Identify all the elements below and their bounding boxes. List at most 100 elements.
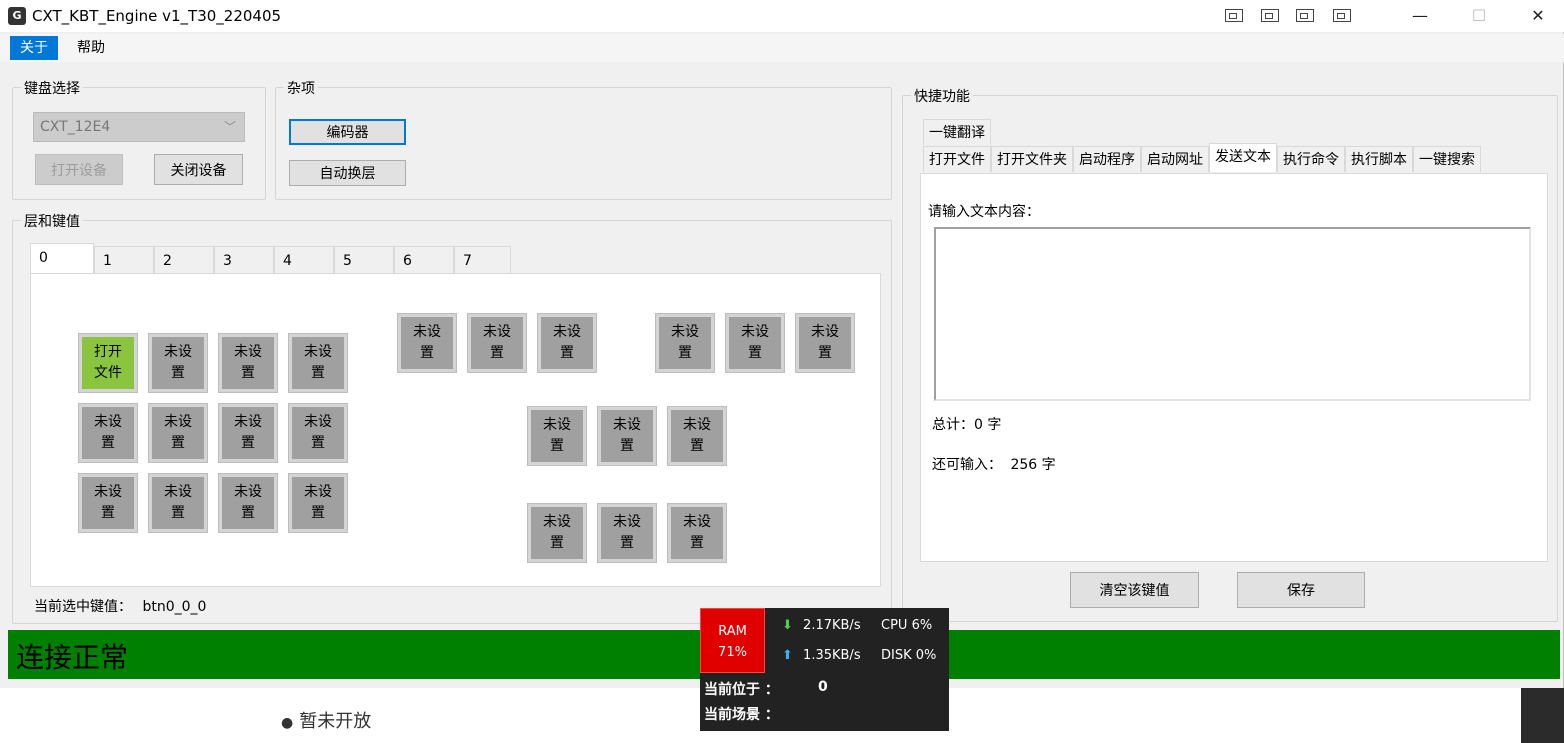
layer-tab-1[interactable]: 1 (94, 246, 154, 274)
key-label: 未设置 (152, 337, 204, 389)
key-label: 未设置 (292, 407, 344, 459)
key-button[interactable]: 未设置 (527, 406, 587, 466)
key-label: 未设置 (82, 477, 134, 529)
layer-tab-0[interactable]: 0 (30, 243, 94, 274)
upload-rate: ⬆ 1.35KB/s (782, 648, 861, 663)
layer-tab-6[interactable]: 6 (394, 246, 454, 274)
key-button[interactable]: 未设置 (667, 406, 727, 466)
key-label: 未设置 (541, 317, 593, 369)
layout-icon-3[interactable] (1296, 9, 1314, 22)
background-dark-strip (1521, 688, 1564, 743)
bullet-dot-icon: ● (281, 715, 294, 731)
maximize-button[interactable]: ☐ (1464, 4, 1494, 28)
close-button[interactable]: ✕ (1523, 4, 1553, 28)
ram-value: 71% (718, 645, 747, 660)
key-button[interactable]: 未设置 (527, 503, 587, 563)
auto-layer-button[interactable]: 自动换层 (289, 160, 406, 186)
key-label: 未设置 (601, 410, 653, 462)
tab-open-folder[interactable]: 打开文件夹 (991, 146, 1073, 172)
key-label: 未设置 (671, 507, 723, 559)
key-button[interactable]: 未设置 (218, 333, 278, 393)
key-button[interactable]: 未设置 (78, 403, 138, 463)
connection-status-text: 连接正常 (16, 641, 129, 674)
key-label: 未设置 (471, 317, 523, 369)
layout-icon-2[interactable] (1261, 9, 1279, 22)
key-button[interactable]: 未设置 (218, 473, 278, 533)
key-label: 打开文件 (82, 337, 134, 389)
layer-tab-7[interactable]: 7 (454, 246, 511, 274)
close-device-button[interactable]: 关闭设备 (154, 154, 243, 185)
device-select-value: CXT_12E4 (40, 119, 111, 135)
tab-one-click-search[interactable]: 一键搜索 (1413, 146, 1481, 172)
scene-label: 当前场景 ： (704, 707, 779, 723)
layer-tab-5[interactable]: 5 (334, 246, 394, 274)
save-button[interactable]: 保存 (1237, 572, 1365, 608)
layout-icon-1[interactable] (1225, 9, 1243, 22)
quick-functions-title: 快捷功能 (911, 86, 973, 106)
selected-key-readout: 当前选中键值： btn0_0_0 (34, 596, 206, 616)
position-value: 0 (818, 679, 828, 695)
tab-launch-program[interactable]: 启动程序 (1073, 146, 1141, 172)
key-button[interactable]: 未设置 (467, 313, 527, 373)
chevron-down-icon: ﹀ (223, 120, 236, 134)
menu-about[interactable]: 关于 (10, 36, 58, 60)
key-button[interactable]: 未设置 (597, 406, 657, 466)
key-button[interactable]: 未设置 (288, 403, 348, 463)
remaining-label: 还可输入： (932, 457, 1002, 473)
upload-value: 1.35KB/s (803, 648, 861, 663)
menu-help[interactable]: 帮助 (67, 36, 115, 60)
layer-tab-3[interactable]: 3 (214, 246, 274, 274)
key-label: 未设置 (152, 407, 204, 459)
tab-send-text[interactable]: 发送文本 (1209, 143, 1277, 172)
key-label: 未设置 (729, 317, 781, 369)
layer-tab-4[interactable]: 4 (274, 246, 334, 274)
key-button[interactable]: 未设置 (148, 333, 208, 393)
window-title: CXT_KBT_Engine v1_T30_220405 (32, 7, 282, 25)
key-button[interactable]: 未设置 (537, 313, 597, 373)
cpu-usage: CPU 6% (881, 618, 933, 633)
key-button[interactable]: 未设置 (218, 403, 278, 463)
key-button[interactable]: 未设置 (795, 313, 855, 373)
text-content-input[interactable] (934, 227, 1531, 401)
key-label: 未设置 (601, 507, 653, 559)
quick-tabs-row2: 打开文件 打开文件夹 启动程序 启动网址 发送文本 执行命令 执行脚本 一键搜索 (923, 143, 1481, 172)
tab-run-script[interactable]: 执行脚本 (1345, 146, 1413, 172)
tab-open-file[interactable]: 打开文件 (923, 146, 991, 172)
remaining-value: 256 字 (1010, 457, 1056, 473)
key-label: 未设置 (799, 317, 851, 369)
key-label: 未设置 (222, 337, 274, 389)
key-button[interactable]: 未设置 (597, 503, 657, 563)
minimize-button[interactable]: — (1405, 4, 1435, 28)
key-button[interactable]: 未设置 (288, 473, 348, 533)
menu-bar: 关于 帮助 (0, 34, 1564, 62)
key-button[interactable]: 未设置 (148, 473, 208, 533)
key-button[interactable]: 未设置 (725, 313, 785, 373)
quick-tabs-row1: 一键翻译 (923, 119, 991, 145)
key-button[interactable]: 未设置 (655, 313, 715, 373)
app-window: G CXT_KBT_Engine v1_T30_220405 — ☐ ✕ 关于 … (0, 0, 1564, 688)
key-button[interactable]: 未设置 (288, 333, 348, 393)
clear-key-button[interactable]: 清空该键值 (1070, 572, 1199, 608)
key-label: 未设置 (531, 410, 583, 462)
layer-tabs: 0 1 2 3 4 5 6 7 (30, 243, 511, 274)
text-prompt-label: 请输入文本内容： (928, 204, 1040, 220)
key-button[interactable]: 未设置 (78, 473, 138, 533)
tab-run-command[interactable]: 执行命令 (1277, 146, 1345, 172)
layer-tab-2[interactable]: 2 (154, 246, 214, 274)
tab-one-click-translate[interactable]: 一键翻译 (923, 119, 991, 145)
title-bar: G CXT_KBT_Engine v1_T30_220405 — ☐ ✕ (0, 0, 1564, 32)
key-button[interactable]: 打开文件 (78, 333, 138, 393)
key-button[interactable]: 未设置 (667, 503, 727, 563)
encoder-button[interactable]: 编码器 (289, 119, 406, 145)
tab-launch-url[interactable]: 启动网址 (1141, 146, 1209, 172)
key-button[interactable]: 未设置 (148, 403, 208, 463)
key-label: 未设置 (292, 337, 344, 389)
device-select[interactable]: CXT_12E4 ﹀ (33, 112, 245, 142)
key-button[interactable]: 未设置 (397, 313, 457, 373)
download-value: 2.17KB/s (803, 618, 861, 633)
download-rate: ⬇ 2.17KB/s (782, 618, 861, 633)
selected-key-value: btn0_0_0 (142, 599, 207, 615)
layout-icon-4[interactable] (1333, 9, 1351, 22)
open-device-button[interactable]: 打开设备 (35, 154, 123, 185)
key-label: 未设置 (152, 477, 204, 529)
